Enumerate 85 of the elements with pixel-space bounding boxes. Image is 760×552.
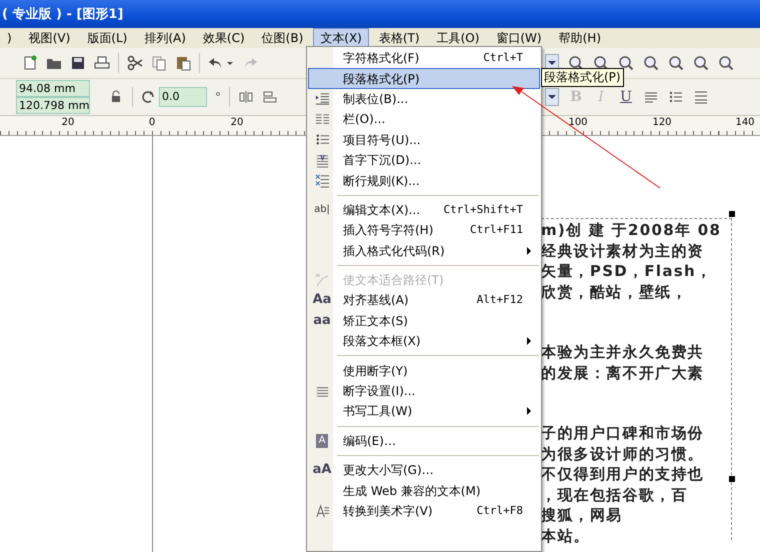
menu-bar-item[interactable]: 视图(V) — [22, 28, 78, 48]
rotation-field[interactable]: 0.0 — [159, 87, 207, 107]
menu-bar-item[interactable]: 帮助(H) — [552, 28, 608, 48]
new-document-icon[interactable] — [22, 55, 38, 71]
print-icon[interactable] — [94, 55, 110, 71]
ruler-label: 120 — [652, 117, 672, 128]
menu-item[interactable]: 项目符号(U)... — [308, 130, 540, 150]
underline-button[interactable]: U — [618, 89, 634, 105]
zoom-icon[interactable] — [693, 55, 709, 71]
menu-item[interactable]: 字符格式化(F) Ctrl+T — [308, 48, 540, 68]
align-icon[interactable] — [262, 89, 278, 105]
degree-label: ° — [215, 90, 221, 104]
menu-item[interactable]: 断字设置(I)... — [308, 380, 540, 402]
paragraph-text-line: 矢量，PSD，Flash， — [541, 262, 712, 280]
width-field[interactable]: 94.08 mm — [16, 80, 90, 97]
paragraph-text-line: 本验为主并永久免费共 — [541, 343, 704, 361]
copy-icon[interactable] — [151, 55, 167, 71]
menu-item[interactable]: 插入符号字符(H) Ctrl+F11 — [308, 220, 540, 241]
zoom-icon[interactable] — [593, 55, 609, 71]
convert-text-icon — [314, 504, 330, 518]
height-field[interactable]: 120.798 mm — [16, 97, 90, 114]
ruler-label: 0 — [148, 117, 156, 128]
menu-bar-item[interactable]: 窗口(W) — [489, 28, 549, 48]
menu-item[interactable]: 生成 Web 兼容的文本(M) — [308, 480, 540, 501]
line-break-icon — [314, 173, 330, 188]
menu-bar-item[interactable]: 排列(A) — [137, 28, 193, 48]
paragraph-text-line: 本站。 — [541, 526, 590, 544]
zoom-icon[interactable] — [718, 55, 734, 71]
menu-item[interactable]: ab| 编辑文本(X)... Ctrl+Shift+T — [308, 200, 540, 220]
paragraph-text-line: 经典设计素材为主的资 — [541, 242, 704, 260]
menu-item[interactable]: 段落文本框(X) — [308, 331, 540, 352]
baseline-icon: Aa — [312, 293, 332, 308]
paragraph-text-line: 不仅得到用户的支持也 — [541, 465, 704, 483]
scissors-icon[interactable] — [127, 55, 143, 71]
menu-item[interactable]: A 编码(E)… — [308, 430, 540, 452]
mirror-icon[interactable] — [238, 89, 254, 105]
menu-item[interactable]: 书写工具(W) — [308, 401, 540, 422]
menu-bar-item[interactable]: 版面(L) — [80, 28, 134, 48]
menu-item[interactable]: 栏(O)... — [308, 109, 540, 130]
selection-handle[interactable] — [729, 211, 735, 217]
zoom-icon[interactable] — [618, 55, 634, 71]
edit-text-icon: ab| — [314, 202, 330, 217]
paragraph-text-line: 搜狐，网易 — [541, 506, 622, 524]
text-path-icon — [314, 272, 330, 288]
paragraph-text-line: 为很多设计师的习惯。 — [541, 444, 704, 462]
tooltip: 段落格式化(P) — [541, 68, 624, 87]
menu-item[interactable]: 转换到美术字(V) Ctrl+F8 — [308, 500, 540, 522]
bullet-list-icon — [314, 132, 330, 148]
submenu-arrow-icon — [527, 407, 531, 416]
window-title: ( 专业版 ) - [图形1] — [1, 6, 124, 23]
menu-bar-item[interactable]: 工具(O) — [430, 28, 486, 48]
menu-bar-item[interactable]: 表格(T) — [372, 28, 427, 48]
menu-bar-item[interactable]: 文本(X) — [313, 28, 369, 48]
menu-bar-item[interactable]: 效果(C) — [196, 28, 252, 48]
bullet-list-icon[interactable] — [668, 89, 684, 105]
submenu-arrow-icon — [527, 337, 531, 346]
paragraph-text-line: 欣赏，酷站，壁纸， — [541, 282, 688, 300]
paragraph-text-line: 子的用户口碑和市场份 — [541, 424, 704, 442]
straighten-text-icon: aa — [313, 314, 331, 328]
zoom-icon[interactable] — [668, 55, 684, 71]
menu-item[interactable]: 插入格式化代码(R) — [308, 240, 540, 261]
menu-item[interactable]: 段落格式化(P) — [308, 68, 540, 89]
menu-item[interactable]: 使用断字(Y) — [308, 360, 540, 381]
ruler-label: 100 — [568, 117, 588, 128]
save-icon[interactable] — [70, 55, 86, 71]
selection-handle[interactable] — [729, 476, 735, 482]
menu-item[interactable]: 首字下沉(D)... — [308, 150, 540, 170]
paragraph-text-line: m)创 建 于2008年 08 — [541, 221, 722, 239]
zoom-icon[interactable] — [643, 55, 659, 71]
menu-item[interactable]: aa 矫正文本(S) — [308, 310, 540, 332]
indent-icon — [314, 91, 330, 106]
paragraph-text-line: ，现在包括谷歌，百 — [541, 486, 688, 504]
ruler-label: 20 — [230, 117, 244, 128]
menu-bar-item[interactable]: ) — [0, 28, 19, 48]
menu-item[interactable]: Aa 对齐基线(A) Alt+F12 — [308, 290, 540, 311]
menu-bar-item[interactable]: 位图(B) — [254, 28, 310, 48]
ruler-label: 20 — [62, 117, 74, 128]
menu-item[interactable]: aA 更改大小写(G)… — [308, 460, 540, 480]
zoom-icon[interactable] — [568, 55, 584, 71]
ruler-label: 140 — [735, 117, 755, 128]
submenu-arrow-icon — [527, 246, 531, 255]
menu-item[interactable]: 制表位(B)... — [308, 88, 540, 110]
paste-icon[interactable] — [175, 55, 191, 71]
change-case-icon: aA — [312, 463, 332, 478]
menu-item[interactable]: 断行规则(K)... — [308, 170, 540, 191]
